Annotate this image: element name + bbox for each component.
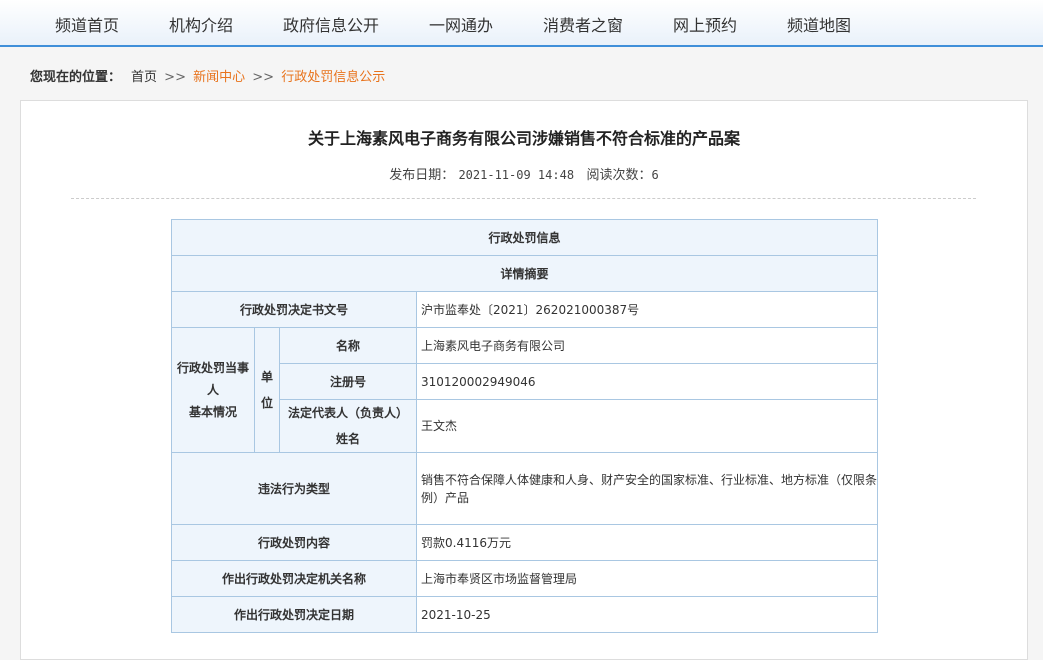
authority-label: 作出行政处罚决定机关名称: [171, 560, 417, 597]
nav-item-appointment[interactable]: 网上预约: [673, 12, 737, 36]
breadcrumb: 您现在的位置： 首页 >> 新闻中心 >> 行政处罚信息公示: [30, 66, 385, 85]
penalty-content-label: 行政处罚内容: [171, 524, 417, 561]
divider: [71, 198, 976, 199]
table-subheader: 详情摘要: [170, 255, 879, 292]
violation-type-value: 销售不符合保障人体健康和人身、财产安全的国家标准、行业标准、地方标准（仅限条 例…: [415, 452, 879, 525]
doc-number-value: 沪市监奉处〔2021〕262021000387号: [415, 291, 879, 328]
company-name-value: 上海素风电子商务有限公司: [415, 327, 879, 364]
penalty-info-table: 行政处罚信息 详情摘要 行政处罚决定书文号 沪市监奉处〔2021〕2620210…: [170, 219, 879, 633]
doc-number-label: 行政处罚决定书文号: [171, 291, 417, 328]
table-row: 行政处罚内容 罚款0.4116万元: [171, 524, 879, 561]
legal-rep-value: 王文杰: [415, 399, 879, 453]
legal-rep-label: 法定代表人（负责人） 姓名: [279, 399, 417, 453]
authority-value: 上海市奉贤区市场监督管理局: [415, 560, 879, 597]
read-count-label: 阅读次数：: [586, 168, 652, 183]
registration-value: 310120002949046: [415, 363, 879, 400]
violation-type-label: 违法行为类型: [171, 452, 417, 525]
party-label-line3: 基本情况: [188, 405, 237, 419]
nav-item-consumer[interactable]: 消费者之窗: [543, 12, 623, 36]
unit-label-line2: 位: [260, 396, 273, 410]
nav-item-one-stop[interactable]: 一网通办: [429, 12, 493, 36]
decision-date-label: 作出行政处罚决定日期: [171, 596, 417, 633]
read-count: 6: [651, 168, 659, 182]
nav-item-gov-info[interactable]: 政府信息公开: [283, 12, 379, 36]
registration-label: 注册号: [279, 363, 417, 400]
article-title: 关于上海素风电子商务有限公司涉嫌销售不符合标准的产品案: [307, 129, 740, 148]
table-row: 作出行政处罚决定日期 2021-10-25: [171, 596, 879, 633]
top-nav: 频道首页 机构介绍 政府信息公开 一网通办 消费者之窗 网上预约 频道地图: [0, 0, 1043, 47]
breadcrumb-separator: >>: [164, 70, 186, 85]
penalty-content-value: 罚款0.4116万元: [415, 524, 879, 561]
table-row: 违法行为类型 销售不符合保障人体健康和人身、财产安全的国家标准、行业标准、地方标…: [171, 452, 879, 525]
table-header: 行政处罚信息: [170, 219, 879, 256]
article-panel: 关于上海素风电子商务有限公司涉嫌销售不符合标准的产品案 发布日期： 2021-1…: [20, 100, 1028, 660]
table-row: 作出行政处罚决定机关名称 上海市奉贤区市场监督管理局: [171, 560, 879, 597]
publish-date: 2021-11-09 14:48: [458, 168, 575, 182]
party-label-line1: 行政处罚当事: [176, 361, 249, 375]
violation-type-line1: 销售不符合保障人体健康和人身、财产安全的国家标准、行业标准、地方标准（仅限条: [421, 472, 878, 487]
unit-label-line1: 单: [260, 370, 273, 384]
decision-date-value: 2021-10-25: [415, 596, 879, 633]
legal-rep-label-line1: 法定代表人（负责人）: [287, 406, 408, 420]
legal-rep-label-line2: 姓名: [335, 432, 360, 446]
breadcrumb-label: 您现在的位置：: [30, 70, 122, 85]
party-info-label: 行政处罚当事 人 基本情况: [171, 327, 255, 453]
party-label-line2: 人: [206, 383, 219, 397]
unit-label: 单 位: [254, 327, 280, 453]
article-meta: 发布日期： 2021-11-09 14:48 阅读次数：6: [21, 164, 1027, 183]
publish-date-label: 发布日期：: [389, 168, 455, 183]
table-row: 详情摘要: [170, 255, 879, 292]
violation-type-line2: 例）产品: [421, 490, 470, 505]
nav-item-sitemap[interactable]: 频道地图: [787, 12, 851, 36]
table-row: 行政处罚决定书文号 沪市监奉处〔2021〕262021000387号: [171, 291, 879, 328]
breadcrumb-news-link[interactable]: 新闻中心: [193, 70, 245, 85]
breadcrumb-separator: >>: [252, 70, 275, 85]
breadcrumb-home-link[interactable]: 首页: [131, 70, 157, 85]
company-name-label: 名称: [279, 327, 417, 364]
breadcrumb-current-link[interactable]: 行政处罚信息公示: [281, 70, 385, 85]
nav-item-about[interactable]: 机构介绍: [169, 12, 233, 36]
table-row: 行政处罚信息: [170, 219, 879, 256]
nav-item-home[interactable]: 频道首页: [55, 12, 119, 36]
table-row: 行政处罚当事 人 基本情况 单 位 名称 上海素风电子商务有限公司: [171, 327, 879, 453]
